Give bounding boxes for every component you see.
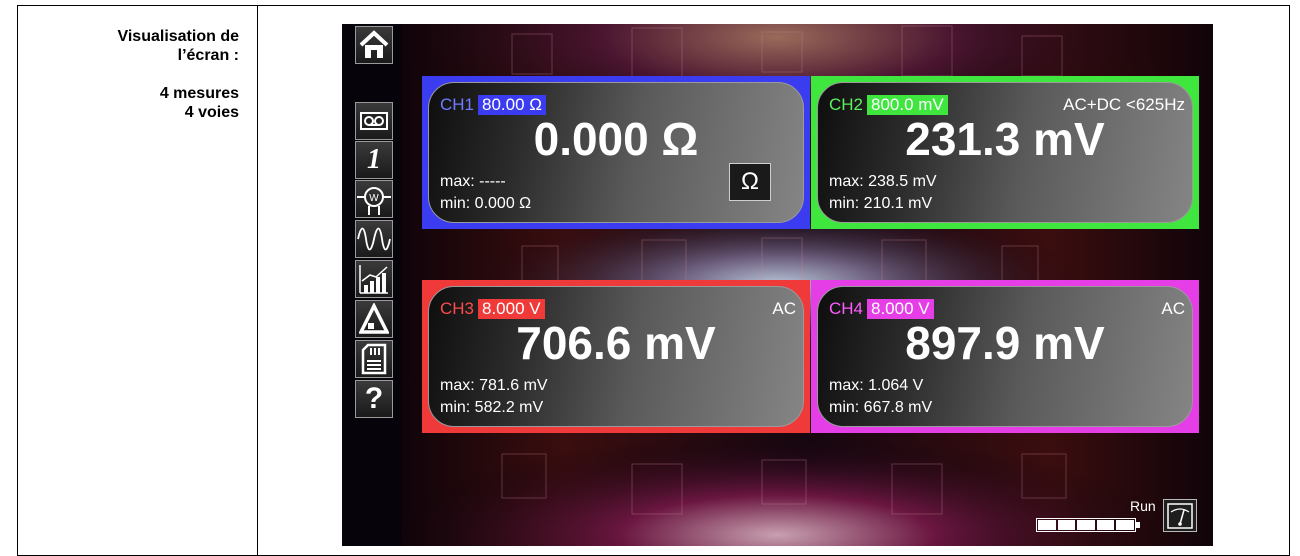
analog-meter-button[interactable] <box>1163 499 1197 532</box>
range-badge[interactable]: 800.0 mV <box>867 95 948 115</box>
min-value: min: 667.8 mV <box>829 399 933 416</box>
min-value: min: 210.1 mV <box>829 195 933 212</box>
range-badge[interactable]: 80.00 Ω <box>478 95 546 115</box>
channel-label: CH4 <box>829 299 864 318</box>
delta-button[interactable] <box>355 300 393 338</box>
channel-label: CH2 <box>829 95 864 114</box>
recorder-icon <box>360 112 388 130</box>
caption-line-4: 4 voies <box>184 104 239 121</box>
ohm-unit-button[interactable]: Ω <box>729 163 771 201</box>
waveform-button[interactable] <box>355 220 393 258</box>
measurement-value: 706.6 mV <box>516 317 716 369</box>
coupling-mode: AC <box>1161 299 1185 318</box>
range-badge[interactable]: 8.000 V <box>867 299 934 319</box>
battery-icon <box>1036 518 1140 532</box>
analog-meter-icon <box>1167 502 1193 529</box>
wattmeter-w-label: W <box>369 193 379 204</box>
help-button[interactable]: ? <box>355 380 393 418</box>
caption-line-1: Visualisation de <box>117 28 239 45</box>
min-value: min: 582.2 mV <box>440 399 544 416</box>
single-measure-button[interactable]: 1 <box>355 141 393 179</box>
side-toolbar: 1 W ? <box>355 24 393 546</box>
memory-card-icon <box>361 343 387 375</box>
screen-caption: Visualisation de l’écran : 4 mesures 4 v… <box>20 27 239 122</box>
channel-card-ch1[interactable]: CH1 80.00 Ω 0.000 Ω max: ----- min: 0.00… <box>422 76 810 229</box>
coupling-mode: AC+DC <625Hz <box>1063 95 1185 114</box>
max-value: max: 1.064 V <box>829 377 924 394</box>
table-column-divider <box>257 5 258 556</box>
waveform-icon <box>357 227 391 251</box>
trend-button[interactable] <box>355 260 393 298</box>
delta-icon <box>359 303 389 334</box>
max-value: max: 238.5 mV <box>829 173 937 190</box>
recorder-button[interactable] <box>355 102 393 140</box>
channel-card-ch4[interactable]: CH4 8.000 V AC 897.9 mV max: 1.064 V min… <box>811 280 1199 433</box>
caption-line-3: 4 mesures <box>159 85 239 102</box>
trend-chart-icon <box>359 265 388 294</box>
wattmeter-button[interactable]: W <box>355 180 393 218</box>
channel-label: CH3 <box>440 299 475 318</box>
measurement-value: 897.9 mV <box>905 317 1105 369</box>
instrument-screen: 1 W ? CH1 80.00 Ω 0.000 Ω max: ----- min… <box>342 24 1213 546</box>
channel-card-ch3[interactable]: CH3 8.000 V AC 706.6 mV max: 781.6 mV mi… <box>422 280 810 433</box>
single-measure-icon: 1 <box>367 144 381 175</box>
home-button[interactable] <box>355 26 393 64</box>
max-value: max: 781.6 mV <box>440 377 548 394</box>
caption-line-2: l’écran : <box>177 47 239 64</box>
measurement-value: 231.3 mV <box>905 113 1105 165</box>
range-badge[interactable]: 8.000 V <box>478 299 545 319</box>
help-icon: ? <box>364 382 384 415</box>
measurement-value: 0.000 Ω <box>533 113 699 165</box>
wattmeter-icon: W <box>357 187 391 215</box>
run-status: Run <box>1130 498 1156 514</box>
coupling-mode: AC <box>772 299 796 318</box>
min-value: min: 0.000 Ω <box>440 195 532 212</box>
max-value: max: ----- <box>440 173 506 190</box>
channel-label: CH1 <box>440 95 475 114</box>
memory-button[interactable] <box>355 340 393 378</box>
channel-card-ch2[interactable]: CH2 800.0 mV AC+DC <625Hz 231.3 mV max: … <box>811 76 1199 229</box>
home-icon <box>359 30 389 58</box>
